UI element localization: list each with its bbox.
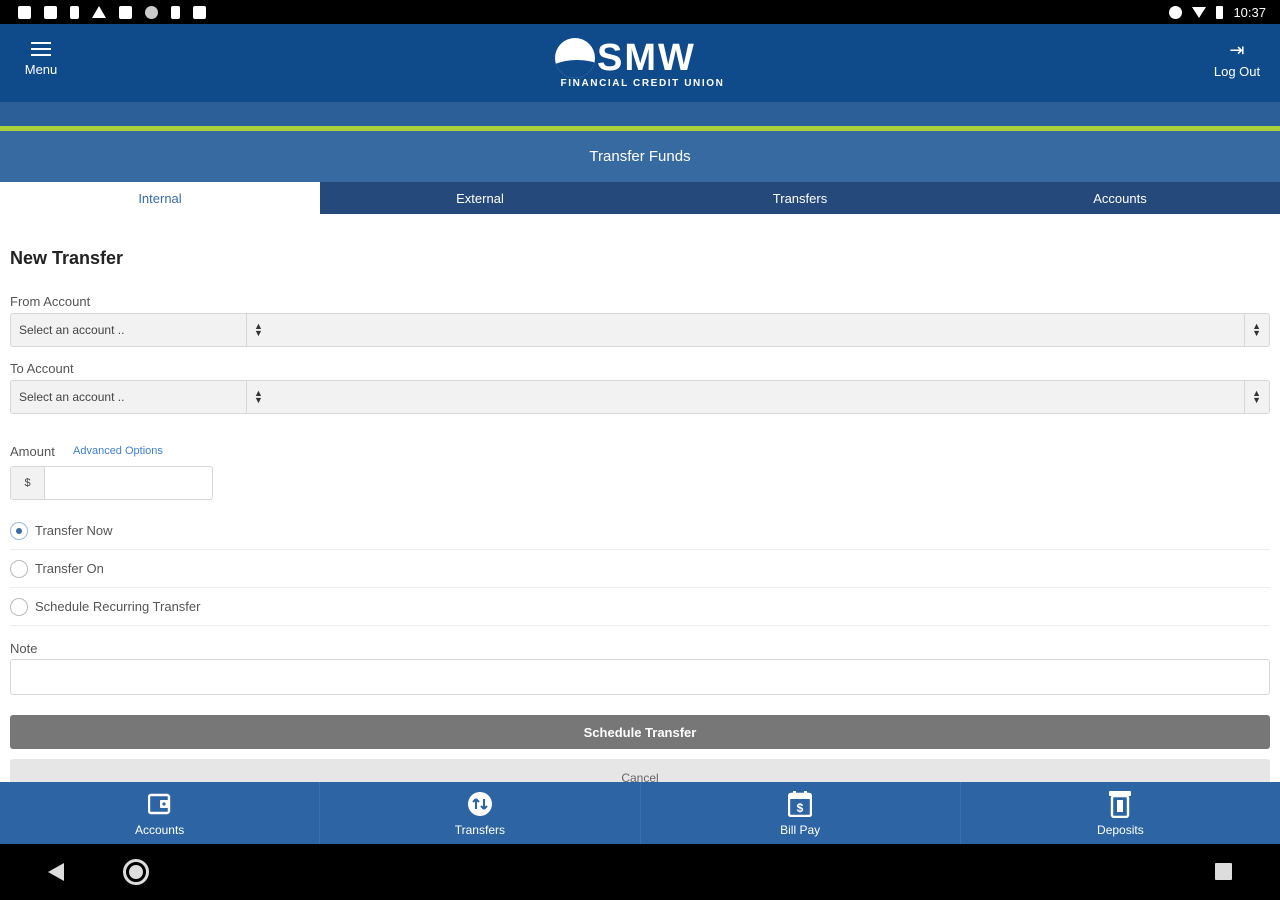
svg-text:$: $ xyxy=(797,801,804,815)
sub-header-bar xyxy=(0,102,1280,126)
smw-logo: SMW FINANCIAL CREDIT UNION xyxy=(545,36,740,92)
to-account-select[interactable]: Select an account .. ▲ ▼ ▲ ▼ xyxy=(10,380,1270,414)
notification-icons xyxy=(18,5,206,19)
radio-button-checked[interactable] xyxy=(10,521,28,540)
nav-label: Accounts xyxy=(134,823,185,837)
radio-transfer-now[interactable]: Transfer Now xyxy=(10,512,1270,550)
transfer-icon xyxy=(467,791,493,817)
person-icon xyxy=(70,5,79,19)
battery-icon xyxy=(1216,5,1224,19)
currency-symbol: $ xyxy=(11,467,45,499)
logo-mark-icon xyxy=(555,38,595,78)
radio-label: Schedule Recurring Transfer xyxy=(35,599,201,614)
from-account-label: From Account xyxy=(10,294,91,309)
radio-label: Transfer On xyxy=(35,561,104,576)
radio-label: Transfer Now xyxy=(35,523,113,538)
logo-subtext: FINANCIAL CREDIT UNION xyxy=(560,78,725,89)
do-not-disturb-icon xyxy=(1169,5,1183,19)
transfer-tabs: Internal External Transfers Accounts xyxy=(0,182,1280,214)
warning-icon xyxy=(92,6,106,18)
tab-internal[interactable]: Internal xyxy=(0,182,320,214)
system-navigation-bar xyxy=(0,844,1280,900)
back-icon[interactable] xyxy=(48,863,64,881)
select-arrows-icon: ▲ ▼ xyxy=(1252,388,1261,405)
schedule-transfer-label: Schedule Transfer xyxy=(583,724,697,740)
radio-transfer-on[interactable]: Transfer On xyxy=(10,550,1270,588)
tab-accounts[interactable]: Accounts xyxy=(960,182,1280,214)
calendar-dollar-icon: $ xyxy=(787,791,813,817)
nav-transfers[interactable]: Transfers xyxy=(320,782,641,844)
bottom-navigation: Accounts Transfers $ Bill Pay Deposits xyxy=(0,782,1280,844)
wifi-icon xyxy=(1192,6,1207,18)
logout-icon: ⇥ xyxy=(1229,40,1245,61)
nav-label: Deposits xyxy=(1097,823,1144,837)
cancel-button[interactable]: Cancel xyxy=(10,759,1270,782)
radio-schedule-recurring[interactable]: Schedule Recurring Transfer xyxy=(10,588,1270,626)
logout-label: Log Out xyxy=(1213,64,1261,79)
logout-button[interactable]: ⇥ Log Out xyxy=(1210,40,1264,79)
from-account-select[interactable]: Select an account .. ▲ ▼ ▲ ▼ xyxy=(10,313,1270,347)
tab-external[interactable]: External xyxy=(320,182,640,214)
gallery-icon xyxy=(44,5,57,19)
home-icon[interactable] xyxy=(123,859,149,885)
calendar-icon xyxy=(119,5,132,19)
menu-button[interactable]: Menu xyxy=(20,42,62,77)
from-account-placeholder: Select an account .. xyxy=(19,323,125,337)
play-store-icon xyxy=(193,5,206,19)
tab-transfers[interactable]: Transfers xyxy=(640,182,960,214)
select-arrows-icon: ▲ ▼ xyxy=(254,321,263,338)
page-title-bar: Transfer Funds xyxy=(0,131,1280,182)
nav-deposits[interactable]: Deposits xyxy=(961,782,1280,844)
page-title: Transfer Funds xyxy=(589,148,691,165)
to-account-placeholder: Select an account .. xyxy=(19,390,125,404)
app-header: Menu SMW FINANCIAL CREDIT UNION ⇥ Log Ou… xyxy=(0,24,1280,102)
radio-button[interactable] xyxy=(10,597,28,616)
clock: 10:37 xyxy=(1233,4,1266,20)
menu-label: Menu xyxy=(24,62,58,77)
nav-label: Bill Pay xyxy=(780,823,821,837)
photo-icon xyxy=(18,5,31,19)
form-heading: New Transfer xyxy=(10,248,124,268)
cancel-label: Cancel xyxy=(621,771,659,782)
advanced-options-link[interactable]: Advanced Options xyxy=(73,445,163,457)
phone-icon xyxy=(171,5,180,19)
amount-input[interactable]: $ xyxy=(10,466,213,500)
recents-icon[interactable] xyxy=(1215,863,1232,880)
nav-accounts[interactable]: Accounts xyxy=(0,782,321,844)
wallet-icon xyxy=(147,791,173,817)
schedule-transfer-button[interactable]: Schedule Transfer xyxy=(10,715,1270,749)
security-icon xyxy=(145,5,158,19)
select-arrows-icon: ▲ ▼ xyxy=(1252,321,1261,338)
transfer-form: New Transfer From Account Select an acco… xyxy=(0,214,1280,782)
note-input[interactable] xyxy=(10,659,1270,695)
radio-button[interactable] xyxy=(10,559,28,578)
logo-text: SMW xyxy=(597,37,696,79)
to-account-label: To Account xyxy=(10,361,74,376)
note-label: Note xyxy=(10,641,38,656)
status-bar: 10:37 xyxy=(0,0,1280,24)
nav-bill-pay[interactable]: $ Bill Pay xyxy=(641,782,961,844)
select-arrows-icon: ▲ ▼ xyxy=(254,388,263,405)
amount-label: Amount xyxy=(10,444,55,459)
deposit-icon xyxy=(1107,791,1133,818)
nav-label: Transfers xyxy=(454,823,505,837)
hamburger-icon xyxy=(31,42,51,56)
